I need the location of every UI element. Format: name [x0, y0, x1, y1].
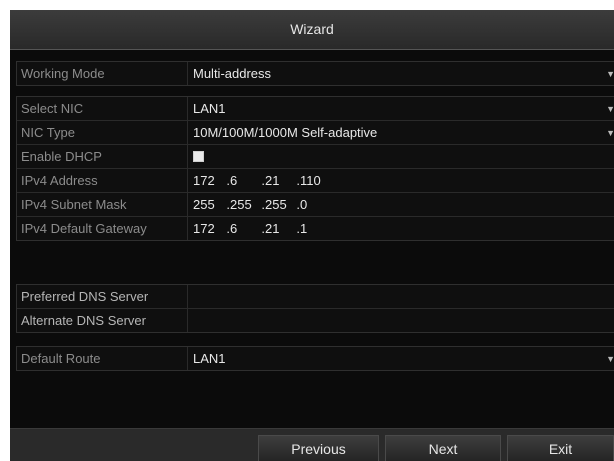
preferred-dns-input[interactable]	[188, 285, 614, 308]
enable-dhcp-cell	[188, 145, 614, 168]
ip-octet[interactable]: 21	[265, 217, 291, 240]
nic-settings-panel: Select NIC LAN1 ▼ NIC Type 10M/100M/1000…	[16, 96, 614, 241]
ip-octet[interactable]: 172	[193, 169, 221, 192]
ipv4-subnet-mask-label: IPv4 Subnet Mask	[17, 193, 188, 216]
ipv4-address-row: IPv4 Address 172.6.21.110	[17, 169, 614, 193]
select-nic-value: LAN1	[193, 101, 226, 116]
select-nic-label: Select NIC	[17, 97, 188, 120]
chevron-down-icon: ▼	[606, 104, 614, 114]
default-route-value: LAN1	[193, 351, 226, 366]
dns-panel: Preferred DNS Server Alternate DNS Serve…	[16, 284, 614, 333]
ip-octet[interactable]: 172	[193, 217, 221, 240]
ip-octet[interactable]: 0	[300, 193, 328, 216]
chevron-down-icon: ▼	[606, 128, 614, 138]
ipv4-subnet-mask-row: IPv4 Subnet Mask 255.255.255.0	[17, 193, 614, 217]
enable-dhcp-row: Enable DHCP	[17, 145, 614, 169]
working-mode-select[interactable]: Multi-address ▼	[188, 62, 614, 85]
preferred-dns-row: Preferred DNS Server	[17, 285, 614, 309]
nic-type-label: NIC Type	[17, 121, 188, 144]
window-title: Wizard	[10, 10, 614, 50]
preferred-dns-label: Preferred DNS Server	[17, 285, 188, 308]
default-route-panel: Default Route LAN1 ▼	[16, 346, 614, 371]
select-nic-row: Select NIC LAN1 ▼	[17, 97, 614, 121]
nic-type-row: NIC Type 10M/100M/1000M Self-adaptive ▼	[17, 121, 614, 145]
working-mode-row: Working Mode Multi-address ▼	[17, 62, 614, 85]
ip-octet[interactable]: 255	[265, 193, 291, 216]
enable-dhcp-label: Enable DHCP	[17, 145, 188, 168]
default-route-row: Default Route LAN1 ▼	[17, 347, 614, 370]
default-route-select[interactable]: LAN1 ▼	[188, 347, 614, 370]
ipv4-default-gateway-label: IPv4 Default Gateway	[17, 217, 188, 240]
exit-button[interactable]: Exit	[507, 435, 614, 461]
ip-octet[interactable]: 255	[230, 193, 256, 216]
working-mode-panel: Working Mode Multi-address ▼	[16, 61, 614, 86]
ipv4-address-label: IPv4 Address	[17, 169, 188, 192]
alternate-dns-label: Alternate DNS Server	[17, 309, 188, 332]
nic-type-select[interactable]: 10M/100M/1000M Self-adaptive ▼	[188, 121, 614, 144]
ip-octet[interactable]: 255	[193, 193, 221, 216]
alternate-dns-input[interactable]	[188, 309, 614, 332]
ip-octet[interactable]: 6	[230, 169, 256, 192]
previous-button[interactable]: Previous	[258, 435, 379, 461]
default-route-label: Default Route	[17, 347, 188, 370]
footer-bar: Previous Next Exit	[10, 428, 614, 461]
ip-octet[interactable]: 1	[300, 217, 328, 240]
nic-type-value: 10M/100M/1000M Self-adaptive	[193, 125, 378, 140]
ipv4-default-gateway-row: IPv4 Default Gateway 172.6.21.1	[17, 217, 614, 240]
enable-dhcp-checkbox[interactable]	[193, 151, 204, 162]
chevron-down-icon: ▼	[606, 354, 614, 364]
ipv4-subnet-mask-field[interactable]: 255.255.255.0	[188, 193, 614, 216]
alternate-dns-row: Alternate DNS Server	[17, 309, 614, 332]
ipv4-address-field[interactable]: 172.6.21.110	[188, 169, 614, 192]
ip-octet[interactable]: 6	[230, 217, 256, 240]
next-button[interactable]: Next	[385, 435, 501, 461]
ip-octet[interactable]: 21	[265, 169, 291, 192]
wizard-window: Wizard Working Mode Multi-address ▼ Sele…	[10, 10, 614, 461]
working-mode-value: Multi-address	[193, 66, 272, 81]
ipv4-default-gateway-field[interactable]: 172.6.21.1	[188, 217, 614, 240]
working-mode-label: Working Mode	[17, 62, 188, 85]
select-nic-select[interactable]: LAN1 ▼	[188, 97, 614, 120]
ip-octet[interactable]: 110	[300, 169, 328, 192]
chevron-down-icon: ▼	[606, 69, 614, 79]
